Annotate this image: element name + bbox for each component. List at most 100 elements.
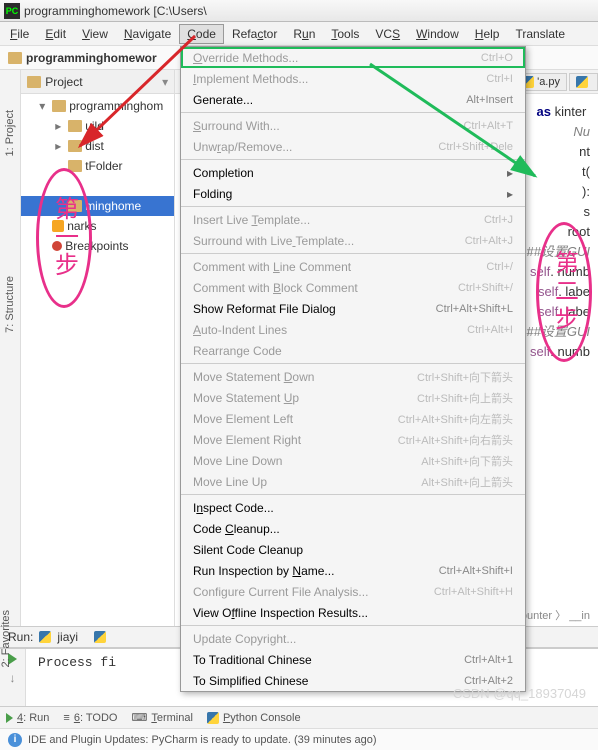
menu-navigate[interactable]: Navigate bbox=[116, 24, 179, 44]
down-arrow-icon[interactable]: ↓ bbox=[10, 671, 16, 685]
window-titlebar: PC programminghomework [C:\Users\ bbox=[0, 0, 598, 22]
expander-icon[interactable]: ▸ bbox=[55, 119, 65, 133]
shortcut: Ctrl+Alt+1 bbox=[464, 654, 513, 666]
menu-item: Insert Live Template...Ctrl+J bbox=[181, 209, 525, 230]
menu-item[interactable]: Inspect Code... bbox=[181, 497, 525, 518]
menu-item-label: View Offline Inspection Results... bbox=[193, 606, 368, 620]
shortcut: Ctrl+Alt+Shift+L bbox=[436, 303, 513, 315]
menu-item[interactable]: Folding▸ bbox=[181, 183, 525, 204]
menu-item-label: Inspect Code... bbox=[193, 501, 274, 515]
folder-icon bbox=[68, 140, 82, 152]
gutter-favorites[interactable]: 2: Favorites bbox=[0, 610, 12, 667]
shortcut: Ctrl+I bbox=[486, 73, 513, 85]
menu-item: Move Statement DownCtrl+Shift+向下箭头 bbox=[181, 366, 525, 387]
menu-item-label: Update Copyright... bbox=[193, 632, 296, 646]
menu-item: Comment with Block CommentCtrl+Shift+/ bbox=[181, 277, 525, 298]
menu-item-label: Code Cleanup... bbox=[193, 522, 280, 536]
tree-item[interactable]: ▸ dist bbox=[21, 136, 174, 156]
expander-icon[interactable]: ▸ bbox=[55, 139, 65, 153]
python-icon bbox=[94, 631, 106, 643]
tree-item[interactable]: ▸uild bbox=[21, 116, 174, 136]
gutter-project[interactable]: 1: Project bbox=[4, 110, 16, 156]
menu-item[interactable]: Generate...Alt+Insert bbox=[181, 89, 525, 110]
menu-item-label: Move Line Up bbox=[193, 475, 267, 489]
shortcut: Ctrl+Shift+向下箭头 bbox=[417, 369, 513, 385]
run-config-name[interactable]: jiayi bbox=[57, 630, 78, 644]
menu-edit[interactable]: Edit bbox=[37, 24, 74, 44]
shortcut: Alt+Shift+向上箭头 bbox=[421, 474, 513, 490]
menu-file[interactable]: File bbox=[2, 24, 37, 44]
left-tool-gutter: 1: Project 7: Structure bbox=[0, 70, 21, 626]
menu-item: Update Copyright... bbox=[181, 628, 525, 649]
menu-item-label: Silent Code Cleanup bbox=[193, 543, 303, 557]
menu-tools[interactable]: Tools bbox=[323, 24, 367, 44]
menu-item: Move Element RightCtrl+Alt+Shift+向右箭头 bbox=[181, 429, 525, 450]
menu-run[interactable]: Run bbox=[285, 24, 323, 44]
info-icon[interactable]: i bbox=[8, 733, 22, 747]
shortcut: Ctrl+Shift+Dele bbox=[438, 141, 513, 153]
menu-help[interactable]: Help bbox=[467, 24, 508, 44]
menu-translate[interactable]: Translate bbox=[507, 24, 573, 44]
editor-tab[interactable] bbox=[569, 73, 598, 91]
menu-item-label: Unwrap/Remove... bbox=[193, 140, 292, 154]
menu-item[interactable]: Run Inspection by Name...Ctrl+Alt+Shift+… bbox=[181, 560, 525, 581]
project-header: Project ▾ bbox=[21, 70, 174, 94]
menu-item-label: Surround with Live Template... bbox=[193, 234, 354, 248]
bottom-tab-run[interactable]: 4: Run bbox=[6, 712, 49, 724]
menu-item[interactable]: Completion▸ bbox=[181, 162, 525, 183]
menu-item: Surround With...Ctrl+Alt+T bbox=[181, 115, 525, 136]
menu-item-label: Comment with Block Comment bbox=[193, 281, 358, 295]
bottom-tab-terminal[interactable]: ⌨Terminal bbox=[131, 711, 192, 724]
python-icon bbox=[576, 76, 588, 88]
menu-item[interactable]: Silent Code Cleanup bbox=[181, 539, 525, 560]
menu-vcs[interactable]: VCS bbox=[367, 24, 408, 44]
watermark: CSDN @qq_18937049 bbox=[453, 686, 586, 701]
folder-icon bbox=[8, 52, 22, 64]
bottom-tab-todo[interactable]: ≡6: TODO bbox=[63, 712, 117, 724]
menu-item-label: Move Element Left bbox=[193, 412, 293, 426]
tree-item[interactable]: tFolder bbox=[21, 156, 174, 176]
bottom-tab-pythonconsole[interactable]: Python Console bbox=[207, 712, 301, 724]
code-breadcrumb[interactable]: ounter 〉 __in bbox=[517, 606, 594, 624]
shortcut: Ctrl+Alt+Shift+向右箭头 bbox=[398, 432, 513, 448]
tree-item-label: tFolder bbox=[85, 159, 122, 173]
shortcut: Ctrl+Alt+I bbox=[467, 324, 513, 336]
menu-item[interactable]: Code Cleanup... bbox=[181, 518, 525, 539]
status-message: IDE and Plugin Updates: PyCharm is ready… bbox=[28, 734, 377, 746]
shortcut: Ctrl+/ bbox=[486, 261, 513, 273]
menu-code[interactable]: Code bbox=[179, 24, 224, 44]
tree-item-label: programminghom bbox=[69, 99, 163, 113]
tree-item-label: dist bbox=[85, 139, 104, 153]
menu-window[interactable]: Window bbox=[408, 24, 467, 44]
shortcut: Ctrl+Shift+向上箭头 bbox=[417, 390, 513, 406]
expander-icon[interactable]: ▾ bbox=[39, 99, 49, 113]
chevron-down-icon[interactable]: ▾ bbox=[162, 75, 168, 89]
bottom-tool-tabs: 4: Run ≡6: TODO ⌨Terminal Python Console bbox=[0, 706, 598, 728]
menu-item-label: Folding bbox=[193, 187, 232, 201]
project-header-label: Project bbox=[45, 75, 82, 89]
folder-icon bbox=[27, 76, 41, 88]
menu-view[interactable]: View bbox=[74, 24, 116, 44]
menu-item-label: Move Statement Up bbox=[193, 391, 299, 405]
tree-item[interactable]: ▾ programminghom bbox=[21, 96, 174, 116]
shortcut: Ctrl+Alt+Shift+H bbox=[434, 586, 513, 598]
bottom-tab-label: 4: Run bbox=[17, 712, 49, 724]
gutter-structure[interactable]: 7: Structure bbox=[4, 276, 16, 333]
menu-item: Configure Current File Analysis...Ctrl+A… bbox=[181, 581, 525, 602]
menu-item-label: Auto-Indent Lines bbox=[193, 323, 287, 337]
menu-item[interactable]: View Offline Inspection Results... bbox=[181, 602, 525, 623]
menu-item[interactable]: Show Reformat File DialogCtrl+Alt+Shift+… bbox=[181, 298, 525, 319]
project-tool-window: Project ▾ ▾programminghom▸uild▸disttFold… bbox=[21, 70, 175, 626]
menu-item: Surround with Live Template...Ctrl+Alt+J bbox=[181, 230, 525, 251]
menu-refactor[interactable]: Refactor bbox=[224, 24, 285, 44]
menu-item-label: To Traditional Chinese bbox=[193, 653, 312, 667]
shortcut: Ctrl+O bbox=[481, 52, 513, 64]
list-icon: ≡ bbox=[63, 712, 69, 724]
bottom-tab-label: Terminal bbox=[151, 712, 193, 724]
menu-item[interactable]: To Traditional Chinese Ctrl+Alt+1 bbox=[181, 649, 525, 670]
shortcut: Alt+Insert bbox=[466, 94, 513, 106]
breadcrumb-root[interactable]: programminghomewor bbox=[26, 51, 157, 65]
annotation-step1: 第一步 bbox=[36, 168, 92, 308]
menu-item-label: Comment with Line Comment bbox=[193, 260, 351, 274]
menu-item-label: To Simplified Chinese bbox=[193, 674, 308, 688]
